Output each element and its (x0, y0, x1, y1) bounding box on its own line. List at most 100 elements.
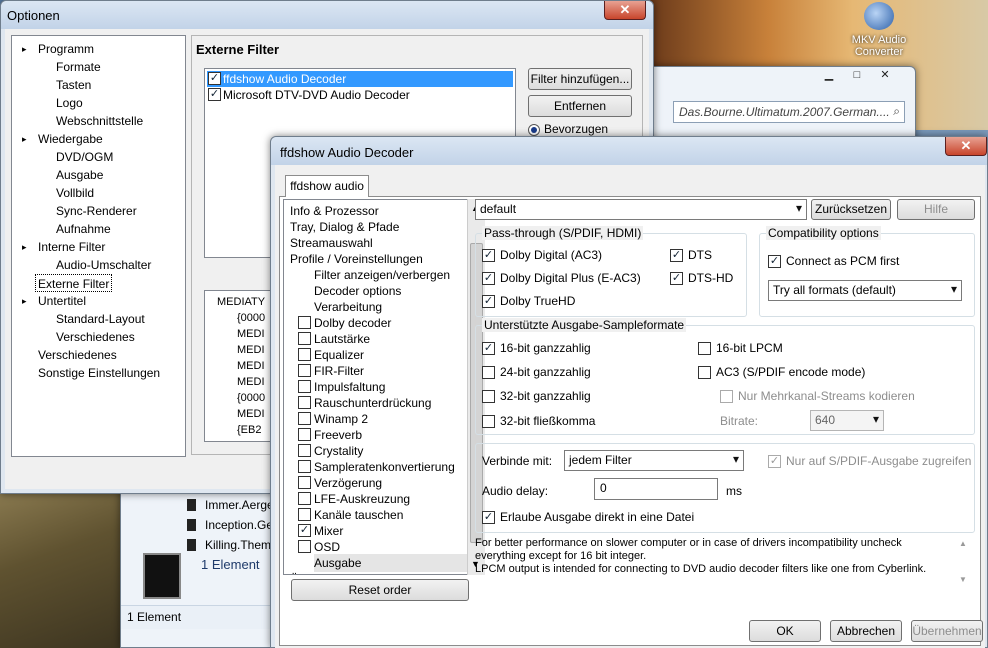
maximize-icon[interactable]: □ (843, 67, 871, 85)
remove-button[interactable]: Entfernen (528, 95, 632, 117)
checkbox[interactable]: ✓ (298, 524, 311, 537)
help-button[interactable]: Hilfe (897, 199, 975, 220)
close-button[interactable]: ✕ (604, 1, 646, 20)
info-scrollbar[interactable]: ▲ ▼ (959, 539, 971, 597)
page-list-item[interactable]: Ausgabe (314, 554, 468, 572)
checkbox[interactable] (298, 492, 311, 505)
checkbox[interactable] (482, 390, 495, 403)
checkbox[interactable] (298, 508, 311, 521)
filter-item[interactable]: ✓ ffdshow Audio Decoder (207, 71, 513, 87)
checkbox[interactable] (298, 476, 311, 489)
tree-item[interactable]: Externe Filter (35, 274, 113, 292)
add-filter-button[interactable]: Filter hinzufügen... (528, 68, 632, 90)
option-ac3-encode[interactable]: AC3 (S/PDIF encode mode) (698, 365, 865, 379)
option-int24[interactable]: 24-bit ganzzahlig (482, 365, 591, 379)
checkbox[interactable]: ✓ (670, 249, 683, 262)
search-icon[interactable]: ⌕ (893, 104, 900, 119)
tree-item[interactable]: Vollbild (56, 184, 94, 202)
checkbox[interactable]: ✓ (482, 272, 495, 285)
search-input[interactable]: Das.Bourne.Ultimatum.2007.German.... ⌕ (673, 101, 905, 123)
checkbox[interactable] (298, 364, 311, 377)
expander-icon[interactable]: ▸ (22, 130, 27, 148)
tree-item[interactable]: Ausgabe (56, 166, 103, 184)
expander-icon[interactable]: ▸ (22, 238, 27, 256)
tree-item[interactable]: {EB2 (237, 421, 261, 439)
reset-order-button[interactable]: Reset order (291, 579, 469, 601)
tree-item[interactable]: Standard-Layout (56, 310, 145, 328)
option-dtshd[interactable]: ✓ DTS-HD (670, 271, 733, 285)
checkbox[interactable] (298, 460, 311, 473)
checkbox[interactable] (298, 380, 311, 393)
page-list-item[interactable]: Über (290, 570, 316, 574)
checkbox[interactable] (298, 540, 311, 553)
tree-item[interactable]: Tasten (56, 76, 91, 94)
checkbox[interactable]: ✓ (482, 511, 495, 524)
tree-item[interactable]: Logo (56, 94, 83, 112)
checkbox[interactable] (298, 332, 311, 345)
tree-item[interactable]: Programm (38, 40, 94, 58)
reset-button[interactable]: Zurücksetzen (811, 199, 891, 220)
option-pcm-first[interactable]: ✓ Connect as PCM first (768, 254, 899, 268)
checkbox[interactable] (482, 366, 495, 379)
bitrate-select[interactable]: 640 (810, 410, 884, 431)
tree-item[interactable]: Interne Filter (38, 238, 105, 256)
checkbox[interactable] (298, 444, 311, 457)
checkbox[interactable] (698, 342, 711, 355)
checkbox[interactable]: ✓ (482, 295, 495, 308)
tree-item[interactable]: Sync-Renderer (56, 202, 137, 220)
tree-item[interactable]: Aufnahme (56, 220, 111, 238)
close-icon[interactable]: ✕ (871, 67, 899, 85)
checkbox[interactable] (298, 412, 311, 425)
checkbox[interactable] (298, 428, 311, 441)
checkbox[interactable]: ✓ (208, 88, 221, 101)
desktop-shortcut[interactable]: MKV Audio Converter (842, 2, 916, 64)
tree-item[interactable]: Formate (56, 58, 101, 76)
option-multichannel[interactable]: Nur Mehrkanal-Streams kodieren (720, 389, 915, 403)
option-float32[interactable]: 32-bit fließkomma (482, 414, 595, 428)
expander-icon[interactable]: ▸ (22, 40, 27, 58)
checkbox[interactable] (298, 396, 311, 409)
option-int16[interactable]: ✓ 16-bit ganzzahlig (482, 341, 591, 355)
tree-item[interactable]: Audio-Umschalter (56, 256, 151, 274)
option-truehd[interactable]: ✓ Dolby TrueHD (482, 294, 575, 308)
cancel-button[interactable]: Abbrechen (830, 620, 902, 642)
option-ac3[interactable]: ✓ Dolby Digital (AC3) (482, 248, 602, 262)
apply-button[interactable]: Übernehmen (911, 620, 983, 642)
expander-icon[interactable]: ▸ (22, 292, 27, 310)
tree-item[interactable]: Wiedergabe (38, 130, 103, 148)
option-dts[interactable]: ✓ DTS (670, 248, 712, 262)
checkbox[interactable] (698, 366, 711, 379)
checkbox[interactable]: ✓ (208, 72, 221, 85)
tree-item[interactable]: Verschiedenes (56, 328, 135, 346)
tab-ffdshow-audio[interactable]: ffdshow audio (285, 175, 369, 197)
checkbox[interactable]: ✓ (482, 342, 495, 355)
close-button[interactable]: ✕ (945, 137, 987, 156)
option-int32[interactable]: 32-bit ganzzahlig (482, 389, 591, 403)
tree-item[interactable]: Verschiedenes (38, 346, 117, 364)
checkbox[interactable]: ✓ (768, 255, 781, 268)
ok-button[interactable]: OK (749, 620, 821, 642)
formats-select[interactable]: Try all formats (default) (768, 280, 962, 301)
checkbox[interactable] (298, 316, 311, 329)
option-direct-output[interactable]: ✓ Erlaube Ausgabe direkt in eine Datei (482, 510, 694, 524)
checkbox[interactable]: ✓ (482, 249, 495, 262)
delay-input[interactable]: 0 (594, 478, 718, 500)
option-spdif-only[interactable]: ✓ Nur auf S/PDIF-Ausgabe zugreifen (768, 454, 971, 468)
minimize-icon[interactable]: ▁ (815, 67, 843, 85)
tree-item[interactable]: Sonstige Einstellungen (38, 364, 160, 382)
tree-item[interactable]: Untertitel (38, 292, 86, 310)
page-list-label: FIR-Filter (314, 364, 364, 378)
option-eac3[interactable]: ✓ Dolby Digital Plus (E-AC3) (482, 271, 641, 285)
prefer-radio[interactable] (528, 124, 540, 136)
tree-item[interactable]: DVD/OGM (56, 148, 113, 166)
checkbox[interactable] (720, 390, 733, 403)
connect-select[interactable]: jedem Filter (564, 450, 744, 471)
checkbox[interactable]: ✓ (768, 455, 781, 468)
checkbox[interactable] (482, 415, 495, 428)
option-lpcm[interactable]: 16-bit LPCM (698, 341, 783, 355)
filter-item[interactable]: ✓ Microsoft DTV-DVD Audio Decoder (207, 87, 513, 103)
preset-select[interactable]: default (475, 199, 807, 220)
checkbox[interactable]: ✓ (670, 272, 683, 285)
checkbox[interactable] (298, 348, 311, 361)
tree-item[interactable]: Webschnittstelle (56, 112, 143, 130)
